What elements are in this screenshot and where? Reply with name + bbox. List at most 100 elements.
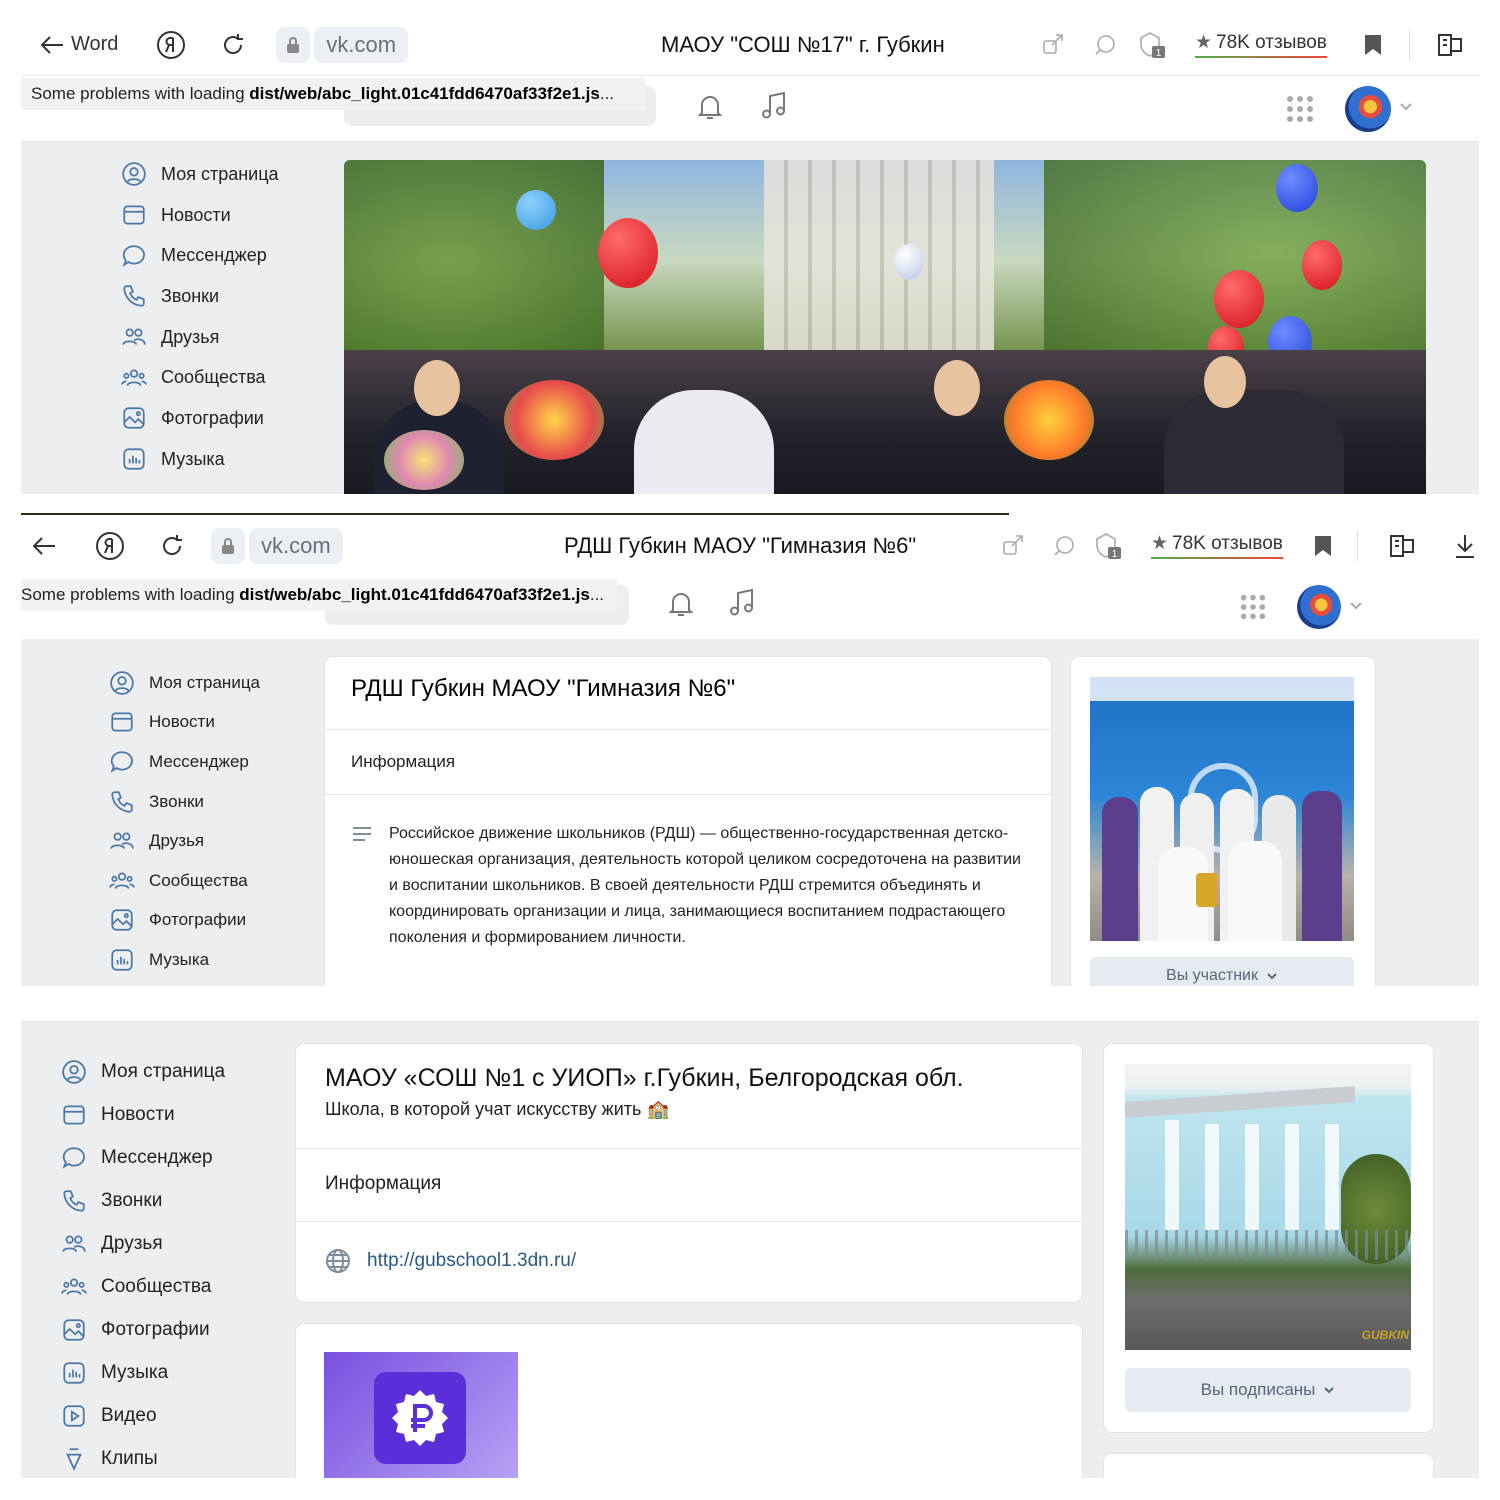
browser-toolbar: Word vk.com МАОУ "СОШ №17" г. Губкин 1 ★…	[21, 14, 1479, 76]
sidebar-item-2[interactable]: Новости	[61, 1093, 225, 1136]
arrow-left-icon[interactable]	[31, 528, 57, 564]
group-photo-card: Вы участник	[1071, 657, 1375, 986]
chevron-down-icon	[1323, 1386, 1335, 1394]
text-lines-icon	[351, 821, 373, 951]
phone-icon	[121, 283, 147, 309]
sidebar-item-2[interactable]: Новости	[121, 195, 279, 236]
back-button[interactable]: Word	[39, 27, 118, 63]
chevron-down-icon[interactable]	[1399, 102, 1413, 112]
sidebar-item-label: Сообщества	[161, 367, 266, 388]
apps-grid-icon[interactable]	[1239, 593, 1267, 621]
sidebar-item-6[interactable]: Сообщества	[109, 861, 260, 901]
sidebar-item-label: Мессенджер	[161, 245, 267, 266]
sidebar-item-8[interactable]: Музыка	[109, 940, 260, 980]
sidebar-item-7[interactable]: Фотографии	[61, 1308, 225, 1351]
share-icon[interactable]	[1001, 528, 1027, 564]
group-photo[interactable]: GUBKIN	[1125, 1064, 1411, 1350]
sidebar-item-6[interactable]: Сообщества	[121, 357, 279, 398]
phone-icon	[61, 1188, 87, 1214]
screenshot-panel-3: Моя страница Новости Мессенджер Звонки Друзь…	[21, 994, 1479, 1478]
warning-file: dist/web/abc_light.01c41fdd6470af33f2e1.…	[249, 84, 600, 103]
screenshot-panel-1: Word vk.com МАОУ "СОШ №17" г. Губкин 1 ★…	[21, 14, 1479, 494]
yandex-icon[interactable]	[95, 528, 125, 564]
sidebar-item-10[interactable]: Клипы	[61, 1437, 225, 1478]
address-bar[interactable]: vk.com	[249, 527, 343, 564]
sidebar-item-1[interactable]: Моя страница	[121, 154, 279, 195]
subscribed-button-label: Вы подписаны	[1200, 1380, 1316, 1399]
music-icon[interactable]	[759, 90, 789, 122]
avatar[interactable]	[1297, 585, 1341, 629]
info-header[interactable]: Информация	[296, 1149, 1082, 1221]
sidebar-item-3[interactable]: Мессенджер	[121, 235, 279, 276]
comment-icon[interactable]	[1093, 27, 1117, 63]
reload-icon[interactable]	[159, 528, 185, 564]
sidebar-item-label: Новости	[161, 204, 231, 225]
sidebar-item-3[interactable]: Мессенджер	[61, 1136, 225, 1179]
comment-icon[interactable]	[1052, 528, 1076, 564]
globe-icon	[325, 1248, 351, 1274]
url-text: vk.com	[261, 532, 331, 558]
reload-icon[interactable]	[220, 27, 246, 63]
lock-icon	[211, 527, 245, 564]
apps-grid-icon[interactable]	[1285, 94, 1315, 124]
chevron-down-icon[interactable]	[1349, 601, 1363, 611]
sidebar-item-4[interactable]: Звонки	[121, 276, 279, 317]
share-icon[interactable]	[1041, 27, 1067, 63]
back-label: Word	[71, 33, 119, 55]
sidebar-item-7[interactable]: Фотографии	[109, 901, 260, 941]
sidebar-item-9[interactable]: Видео	[61, 1394, 225, 1437]
messenger-icon	[121, 243, 147, 269]
url-text: vk.com	[326, 31, 397, 57]
photos-icon	[121, 405, 147, 431]
subscribed-button[interactable]: Вы подписаны	[1125, 1368, 1411, 1412]
bookmark-icon[interactable]	[1313, 528, 1333, 564]
sidebar-item-4[interactable]: Звонки	[61, 1179, 225, 1222]
page-content: Моя страница Новости Мессенджер Звонки Друзь…	[21, 142, 1479, 494]
sidebar-item-5[interactable]: Друзья	[109, 821, 260, 861]
sidebar-item-6[interactable]: Сообщества	[61, 1265, 225, 1308]
sidebar-item-8[interactable]: Музыка	[121, 439, 279, 480]
group-title: РДШ Губкин МАОУ "Гимназия №6"	[351, 675, 736, 702]
yandex-icon[interactable]	[156, 27, 186, 63]
sidebar-item-label: Новости	[149, 712, 215, 732]
bookmark-icon[interactable]	[1363, 27, 1383, 63]
website-link[interactable]: http://gubschool1.3dn.ru/	[367, 1250, 576, 1272]
reader-mode-icon[interactable]	[1435, 27, 1465, 63]
sidebar-item-3[interactable]: Мессенджер	[109, 742, 260, 782]
sidebar-item-label: Сообщества	[101, 1275, 212, 1297]
video-icon	[61, 1403, 87, 1429]
reader-mode-icon[interactable]	[1387, 528, 1417, 564]
download-icon[interactable]	[1453, 528, 1477, 564]
sidebar-item-5[interactable]: Друзья	[61, 1222, 225, 1265]
sidebar-item-1[interactable]: Моя страница	[61, 1050, 225, 1093]
group-info-card: МАОУ «СОШ №1 с УИОП» г.Губкин, Белгородс…	[296, 1044, 1082, 1302]
member-button[interactable]: Вы участник	[1090, 957, 1354, 986]
sidebar-item-8[interactable]: Музыка	[61, 1351, 225, 1394]
protect-icon[interactable]: 1	[1137, 27, 1167, 63]
communities-icon	[61, 1274, 87, 1300]
warning-file: dist/web/abc_light.01c41fdd6470af33f2e1.…	[239, 585, 590, 604]
cover-photo	[344, 160, 1426, 494]
warning-suffix: ...	[589, 585, 605, 604]
bell-icon[interactable]	[695, 92, 725, 122]
photos-icon	[109, 907, 135, 933]
group-photo[interactable]	[1090, 677, 1354, 941]
sidebar-item-label: Звонки	[149, 791, 204, 811]
vk-header	[21, 994, 1479, 1022]
sidebar-item-1[interactable]: Моя страница	[109, 663, 260, 703]
protect-icon[interactable]: 1	[1093, 528, 1123, 564]
group-title: МАОУ «СОШ №1 с УИОП» г.Губкин, Белгородс…	[325, 1064, 964, 1092]
post-image[interactable]	[324, 1352, 518, 1478]
sidebar-item-2[interactable]: Новости	[109, 703, 260, 743]
music-icon[interactable]	[727, 587, 757, 619]
address-bar[interactable]: vk.com	[314, 26, 409, 63]
sidebar-item-5[interactable]: Друзья	[121, 317, 279, 358]
sidebar-item-label: Сообщества	[149, 870, 248, 890]
sidebar-item-7[interactable]: Фотографии	[121, 398, 279, 439]
info-header[interactable]: Информация	[325, 730, 1051, 794]
avatar[interactable]	[1345, 86, 1391, 132]
reviews-link[interactable]: ★ 78K отзывов	[1151, 528, 1283, 564]
sidebar-item-4[interactable]: Звонки	[109, 782, 260, 822]
reviews-link[interactable]: ★ 78K отзывов	[1195, 27, 1327, 63]
bell-icon[interactable]	[666, 589, 696, 619]
